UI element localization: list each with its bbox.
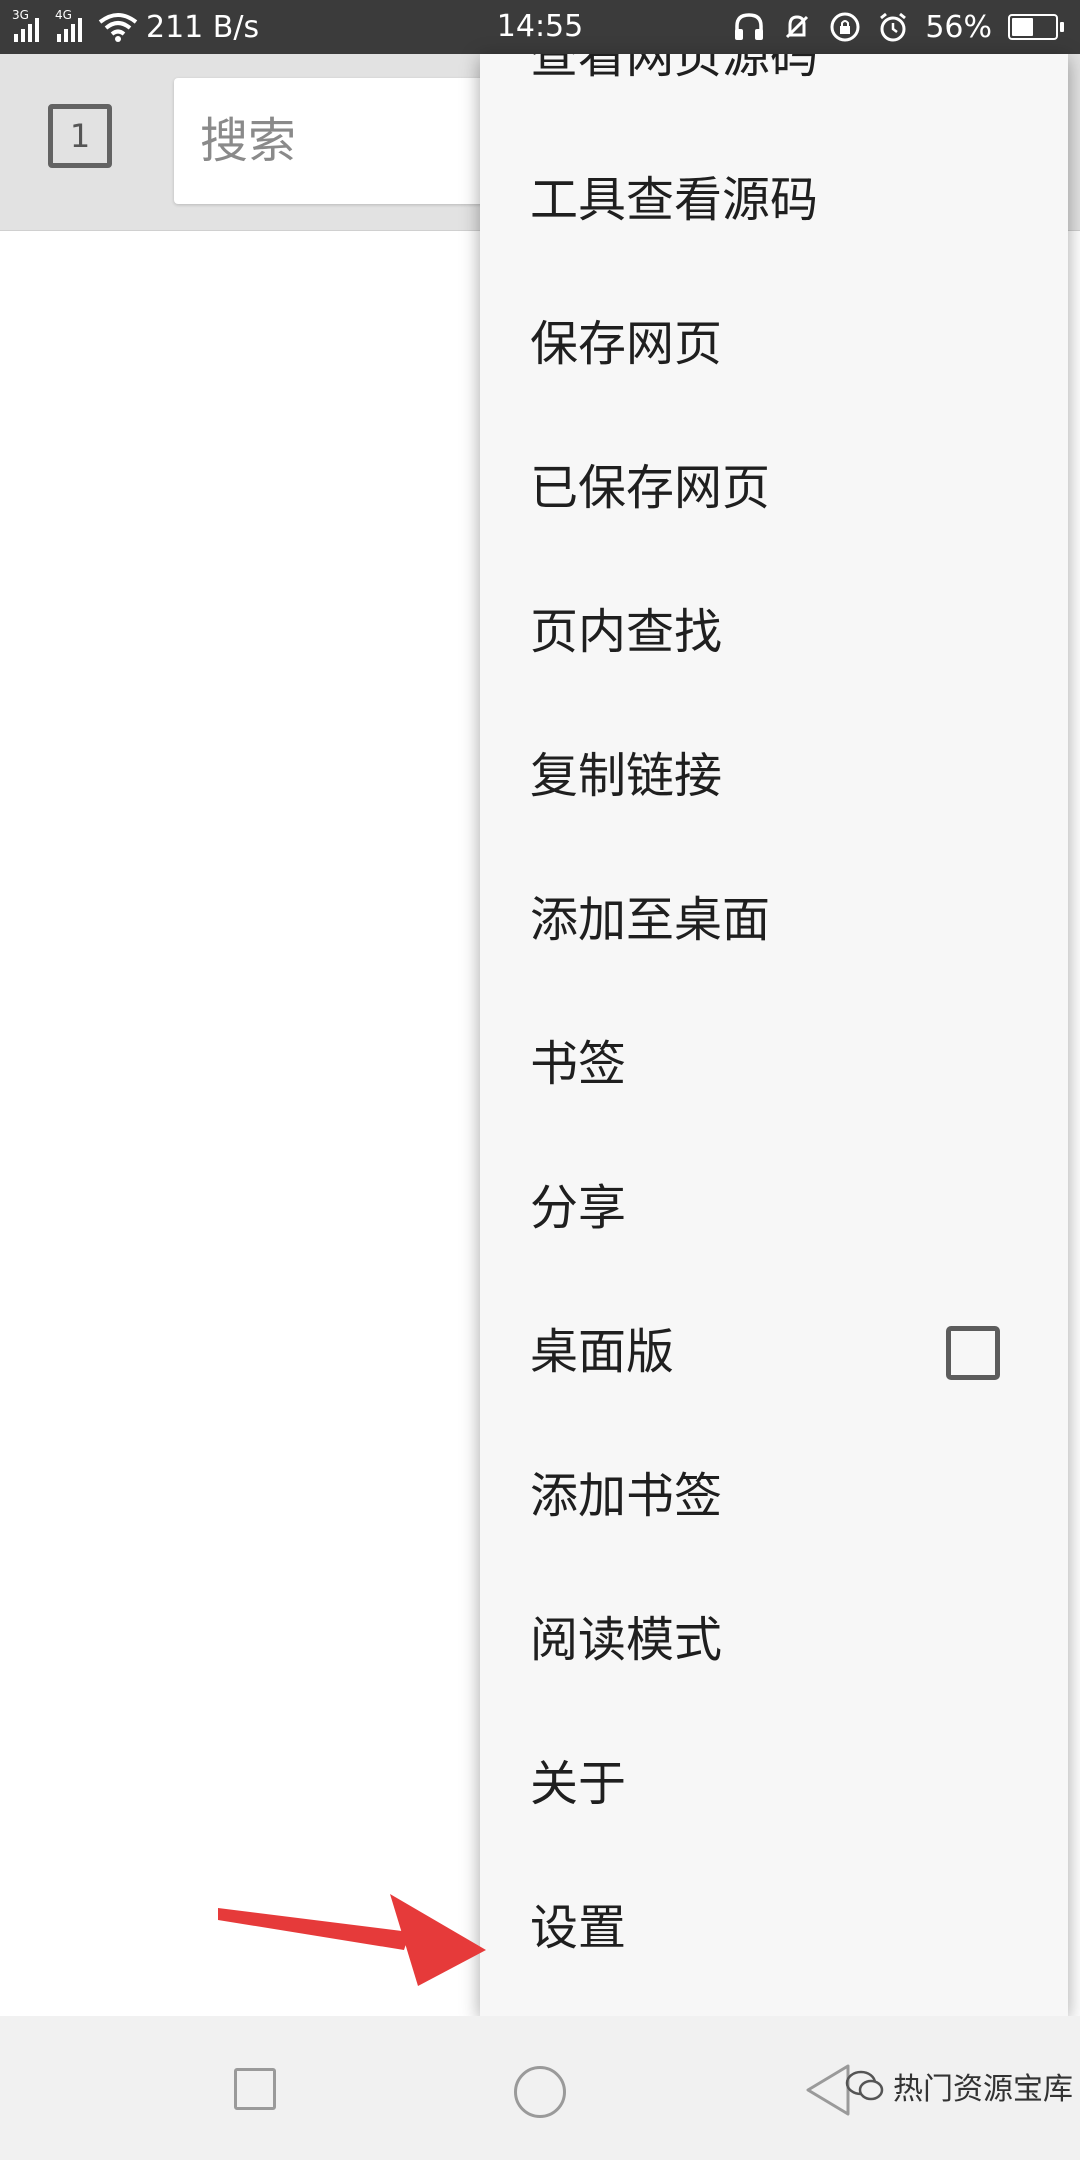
tab-switcher-button[interactable]: 1 — [48, 104, 112, 168]
menu-item-find-in-page[interactable]: 页内查找 — [480, 560, 1068, 704]
menu-item-label: 设置 — [530, 1900, 627, 1956]
battery-icon — [1008, 14, 1064, 40]
watermark: 热门资源宝库 — [845, 2064, 1073, 2108]
alarm-icon — [880, 12, 907, 42]
menu-item-label: 复制链接 — [530, 748, 723, 804]
menu-item-label: 添加书签 — [530, 1468, 723, 1524]
status-bar: 3G 4G 211 B/s 14:55 56% — [0, 0, 1080, 54]
annotation-arrow-icon — [218, 1894, 486, 1986]
menu-item-bookmarks[interactable]: 书签 — [480, 992, 1068, 1136]
menu-item-copy-link[interactable]: 复制链接 — [480, 704, 1068, 848]
headphones-icon — [735, 13, 764, 40]
search-placeholder: 搜索 — [200, 113, 297, 169]
menu-item-share[interactable]: 分享 — [480, 1136, 1068, 1280]
menu-item-saved-pages[interactable]: 已保存网页 — [480, 416, 1068, 560]
vibrate-off-icon — [786, 15, 809, 39]
home-icon[interactable] — [514, 2066, 566, 2118]
desktop-version-checkbox[interactable] — [946, 1326, 1000, 1380]
menu-item-label: 桌面版 — [530, 1324, 675, 1380]
menu-item-label: 保存网页 — [530, 316, 723, 372]
menu-item-view-source[interactable]: 查看网页源码 — [480, 54, 1068, 128]
menu-item-desktop-version[interactable]: 桌面版 — [480, 1280, 1068, 1424]
tab-count: 1 — [69, 117, 91, 155]
menu-item-save-page[interactable]: 保存网页 — [480, 272, 1068, 416]
wechat-icon — [845, 2070, 884, 2101]
battery-percent: 56% — [925, 9, 992, 45]
menu-item-add-to-desktop[interactable]: 添加至桌面 — [480, 848, 1068, 992]
overflow-menu: 查看网页源码 工具查看源码 保存网页 已保存网页 页内查找 复制链接 添加至桌面… — [480, 54, 1068, 2016]
menu-item-label: 添加至桌面 — [530, 892, 771, 948]
recent-apps-icon[interactable] — [234, 2068, 276, 2110]
system-nav-bar: 热门资源宝库 — [0, 2016, 1080, 2160]
lock-rotation-icon — [830, 12, 860, 42]
watermark-text: 热门资源宝库 — [893, 2072, 1073, 2107]
menu-item-label: 页内查找 — [530, 604, 723, 660]
menu-item-label: 分享 — [530, 1180, 627, 1236]
menu-item-reading-mode[interactable]: 阅读模式 — [480, 1568, 1068, 1712]
menu-item-label: 工具查看源码 — [530, 172, 819, 228]
status-right: 56% — [733, 0, 1064, 54]
menu-item-label: 关于 — [530, 1756, 627, 1812]
menu-item-about[interactable]: 关于 — [480, 1712, 1068, 1856]
menu-item-label: 书签 — [530, 1036, 627, 1092]
menu-item-label: 查看网页源码 — [530, 54, 819, 84]
menu-item-label: 已保存网页 — [530, 460, 771, 516]
menu-item-add-bookmark[interactable]: 添加书签 — [480, 1424, 1068, 1568]
menu-item-label: 阅读模式 — [530, 1612, 723, 1668]
menu-item-settings[interactable]: 设置 — [480, 1856, 1068, 2000]
menu-item-tool-view-source[interactable]: 工具查看源码 — [480, 128, 1068, 272]
